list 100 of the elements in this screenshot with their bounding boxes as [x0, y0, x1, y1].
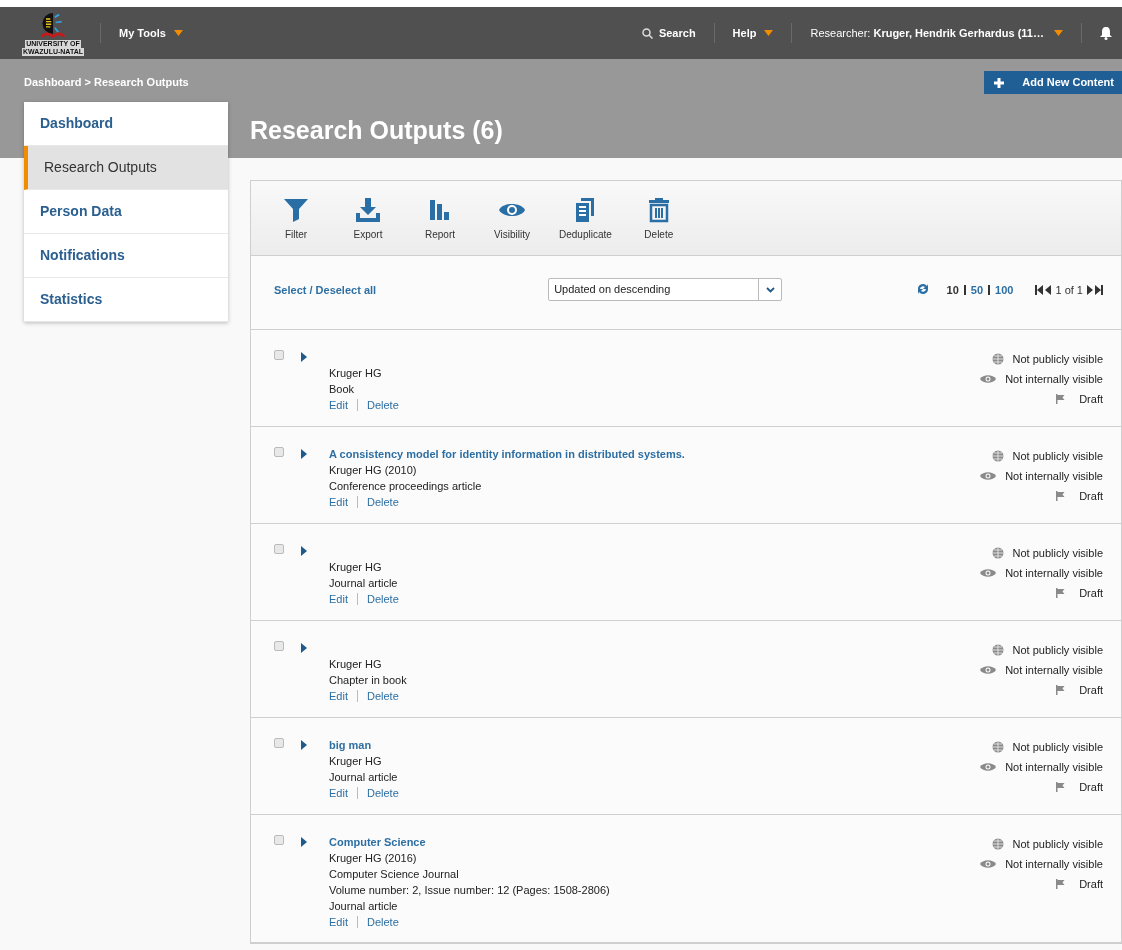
public-visibility-status: Not publicly visible	[1012, 449, 1103, 464]
output-detail: Kruger HG	[329, 366, 383, 381]
expand-arrow-icon[interactable]	[301, 837, 307, 847]
delete-link[interactable]: Delete	[366, 785, 399, 801]
delete-link[interactable]: Delete	[366, 591, 399, 607]
checkbox[interactable]	[274, 641, 284, 651]
status-text: Draft	[1079, 586, 1103, 601]
flag-icon	[1055, 394, 1066, 404]
output-detail: Journal article	[329, 770, 399, 785]
sort-dropdown[interactable]: Updated on descending	[548, 278, 783, 301]
internal-visibility-status: Not internally visible	[1005, 857, 1103, 872]
checkbox[interactable]	[274, 447, 284, 457]
output-detail: Book	[329, 382, 356, 397]
expand-arrow-icon[interactable]	[301, 546, 307, 556]
checkbox[interactable]	[274, 738, 284, 748]
output-title-link[interactable]: A consistency model for identity information in distributed systems.	[329, 446, 685, 462]
edit-link[interactable]: Edit	[329, 914, 348, 930]
toolbar-button[interactable]: Export	[343, 197, 393, 242]
public-visibility-status: Not publicly visible	[1012, 546, 1103, 561]
globe-icon	[991, 353, 1004, 365]
breadcrumb: Dashboard > Research Outputs	[24, 75, 189, 90]
edit-link[interactable]: Edit	[329, 688, 348, 704]
next-page-icon[interactable]	[1087, 285, 1093, 296]
public-visibility-status: Not publicly visible	[1012, 740, 1103, 755]
internal-visibility-status: Not internally visible	[1005, 663, 1103, 678]
public-visibility-status: Not publicly visible	[1012, 643, 1103, 658]
expand-arrow-icon[interactable]	[301, 449, 307, 459]
sidebar-item[interactable]: Person Data	[24, 190, 228, 234]
output-detail: Kruger HG	[329, 754, 383, 769]
last-page-icon[interactable]	[1095, 285, 1103, 296]
output-detail: Journal article	[329, 899, 399, 914]
expand-arrow-icon[interactable]	[301, 643, 307, 653]
eye-icon	[980, 665, 997, 675]
output-detail: Journal article	[329, 576, 399, 591]
status-text: Draft	[1079, 683, 1103, 698]
edit-link[interactable]: Edit	[329, 591, 348, 607]
flag-icon	[1055, 685, 1066, 695]
caret-icon	[1054, 30, 1063, 36]
public-visibility-status: Not publicly visible	[1012, 352, 1103, 367]
output-detail: Kruger HG	[329, 560, 383, 575]
sidebar-item[interactable]: Statistics	[24, 278, 228, 322]
delete-link[interactable]: Delete	[366, 914, 399, 930]
toolbar-button[interactable]: Delete	[633, 197, 684, 242]
internal-visibility-status: Not internally visible	[1005, 469, 1103, 484]
help-menu[interactable]: Help	[732, 24, 774, 42]
internal-visibility-status: Not internally visible	[1005, 566, 1103, 581]
expand-arrow-icon[interactable]	[301, 740, 307, 750]
output-detail: Kruger HG	[329, 657, 383, 672]
notification-bell-icon[interactable]	[1100, 26, 1112, 40]
edit-link[interactable]: Edit	[329, 785, 348, 801]
my-tools-menu[interactable]: My Tools	[119, 24, 183, 42]
select-deselect-all-link[interactable]: Select / Deselect all	[274, 282, 377, 299]
globe-icon	[991, 450, 1004, 462]
internal-visibility-status: Not internally visible	[1005, 372, 1103, 387]
output-title-link[interactable]: Computer Science	[329, 834, 610, 850]
toolbar-button[interactable]: Filter	[271, 197, 321, 242]
delete-link[interactable]: Delete	[366, 688, 399, 704]
search-icon	[641, 27, 653, 39]
caret-icon	[764, 30, 774, 36]
toolbar-button[interactable]: Report	[415, 197, 465, 242]
first-page-icon[interactable]	[1035, 285, 1044, 296]
page-size-option[interactable]: 100	[995, 282, 1014, 299]
globe-icon	[991, 741, 1004, 753]
page-size-option[interactable]: 50	[970, 282, 984, 299]
add-new-content-button[interactable]: Add New Content	[984, 71, 1122, 94]
internal-visibility-status: Not internally visible	[1005, 760, 1103, 775]
globe-icon	[991, 547, 1004, 559]
edit-link[interactable]: Edit	[329, 494, 348, 510]
page-indicator: 1 of 1	[1055, 283, 1083, 298]
page-title: Research Outputs (6)	[250, 115, 503, 146]
output-detail: Computer Science Journal	[329, 867, 460, 882]
status-text: Draft	[1079, 780, 1103, 795]
output-title-link[interactable]: big man	[329, 737, 399, 753]
sidebar-item[interactable]: Research Outputs	[24, 146, 228, 190]
checkbox[interactable]	[274, 544, 284, 554]
flag-icon	[1055, 588, 1066, 598]
delete-link[interactable]: Delete	[366, 494, 399, 510]
plus-icon	[994, 77, 1005, 88]
refresh-icon[interactable]	[915, 282, 930, 296]
chevron-down-icon	[765, 286, 775, 293]
user-menu[interactable]: Researcher: Kruger, Hendrik Gerhardus (11…	[810, 24, 1063, 42]
expand-arrow-icon[interactable]	[301, 352, 307, 362]
status-text: Draft	[1079, 877, 1103, 892]
output-detail: Volume number: 2, Issue number: 12 (Pages: 1508-2806)	[329, 883, 610, 898]
toolbar-button[interactable]: Deduplicate	[559, 197, 612, 242]
sidebar-item[interactable]: Notifications	[24, 234, 228, 278]
checkbox[interactable]	[274, 835, 284, 845]
eye-icon	[980, 568, 997, 578]
toolbar-button[interactable]: Visibility	[487, 197, 537, 242]
search-button[interactable]: Search	[641, 24, 696, 42]
eye-icon	[980, 374, 997, 384]
previous-page-icon[interactable]	[1045, 285, 1052, 296]
filter-icon	[282, 197, 310, 223]
delete-link[interactable]: Delete	[366, 397, 399, 413]
flag-icon	[1055, 491, 1066, 501]
caret-icon	[173, 30, 183, 36]
page-size-option[interactable]: 10	[946, 282, 959, 299]
edit-link[interactable]: Edit	[329, 397, 348, 413]
globe-icon	[991, 838, 1004, 850]
checkbox[interactable]	[274, 350, 284, 360]
